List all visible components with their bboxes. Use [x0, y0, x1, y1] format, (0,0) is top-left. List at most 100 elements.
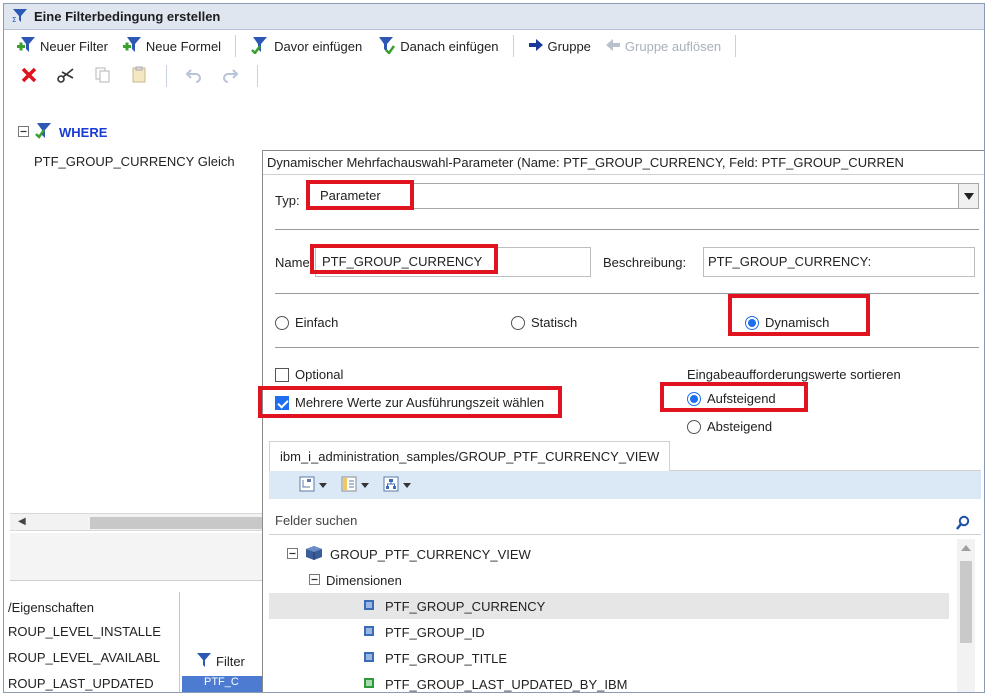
- ptf-tab[interactable]: PTF_C: [182, 676, 262, 692]
- cut-icon[interactable]: [56, 66, 76, 87]
- radio-dynamic[interactable]: Dynamisch: [745, 315, 829, 330]
- vertical-scrollbar[interactable]: [957, 539, 975, 692]
- radio-descending-label: Absteigend: [707, 419, 773, 434]
- name-field[interactable]: PTF_GROUP_CURRENCY: [315, 247, 591, 277]
- insert-after-icon: [376, 36, 396, 57]
- optional-label: Optional: [295, 367, 344, 382]
- where-filter-icon: [34, 122, 54, 143]
- scrollbar-thumb[interactable]: [960, 561, 972, 643]
- properties-panel: /Eigenschaften ROUP_LEVEL_INSTALLE ROUP_…: [4, 592, 180, 692]
- chevron-down-icon[interactable]: [361, 482, 369, 488]
- optional-checkbox[interactable]: Optional: [275, 367, 343, 382]
- radio-indicator[interactable]: [745, 315, 759, 330]
- where-node[interactable]: WHERE: [18, 122, 107, 143]
- multi-values-label: Mehrere Werte zur Ausführungszeit wählen: [295, 395, 545, 410]
- date-field-icon: [363, 677, 375, 692]
- dimension-field-icon: [363, 625, 375, 640]
- filter-tab[interactable]: Filter: [182, 648, 262, 674]
- list-item[interactable]: Dimensionen: [269, 567, 949, 593]
- hierarchy-view-button[interactable]: [383, 476, 411, 495]
- divider: [275, 347, 979, 348]
- toolbar-separator: [235, 35, 237, 57]
- description-label: Beschreibung:: [603, 255, 687, 270]
- radio-dynamic-label: Dynamisch: [765, 315, 830, 330]
- name-label: Name: [275, 255, 310, 270]
- radio-indicator[interactable]: [687, 391, 701, 406]
- new-filter-label: Neuer Filter: [40, 38, 108, 54]
- filter-funnel-icon: Σ: [12, 7, 28, 26]
- ungroup-button[interactable]: Gruppe auflösen: [605, 38, 721, 55]
- list-item[interactable]: PTF_GROUP_LAST_UPDATED_BY_IBM: [269, 671, 949, 692]
- scroll-up-icon[interactable]: [961, 545, 971, 551]
- radio-ascending[interactable]: Aufsteigend: [687, 391, 776, 406]
- paste-icon[interactable]: [130, 66, 148, 87]
- toolbar-separator: [735, 35, 737, 57]
- scrollbar-thumb[interactable]: [90, 517, 270, 529]
- radio-indicator[interactable]: [275, 315, 289, 330]
- edit-toolbar: [4, 62, 984, 90]
- horizontal-scrollbar[interactable]: ◀: [10, 513, 270, 531]
- condition-row[interactable]: PTF_GROUP_CURRENCY Gleich: [34, 154, 235, 169]
- search-icon[interactable]: [955, 513, 971, 541]
- collapse-icon[interactable]: [309, 573, 320, 588]
- cube-icon: [304, 545, 324, 564]
- field-search-input[interactable]: Felder suchen: [269, 507, 981, 535]
- list-item[interactable]: ROUP_LEVEL_INSTALLE: [8, 624, 161, 639]
- radio-descending[interactable]: Absteigend: [687, 419, 772, 434]
- description-field[interactable]: PTF_GROUP_CURRENCY:: [703, 247, 975, 277]
- checkbox-indicator[interactable]: [275, 367, 289, 382]
- scroll-left-icon[interactable]: ◀: [18, 516, 26, 527]
- copy-icon[interactable]: [94, 66, 112, 87]
- group-button[interactable]: Gruppe: [528, 38, 591, 55]
- radio-indicator[interactable]: [511, 315, 525, 330]
- chevron-down-icon[interactable]: [319, 482, 327, 488]
- radio-static[interactable]: Statisch: [511, 315, 577, 330]
- field-label: PTF_GROUP_TITLE: [385, 650, 508, 666]
- sort-label: Eingabeaufforderungswerte sortieren: [687, 367, 901, 382]
- chevron-down-icon[interactable]: [403, 482, 411, 488]
- field-toolbar: [269, 471, 981, 499]
- list-item[interactable]: ROUP_LEVEL_AVAILABL: [8, 650, 160, 665]
- chevron-down-icon[interactable]: [958, 184, 978, 208]
- insert-after-label: Danach einfügen: [400, 38, 499, 54]
- divider: [275, 293, 979, 294]
- tree-view-button[interactable]: [299, 476, 327, 495]
- insert-before-icon: [250, 36, 270, 57]
- undo-icon[interactable]: [185, 67, 203, 86]
- insert-after-button[interactable]: Danach einfügen: [376, 36, 499, 57]
- title-bar: Σ Eine Filterbedingung erstellen: [4, 4, 984, 30]
- filter-icon: [196, 652, 212, 671]
- toolbar-separator: [512, 35, 514, 57]
- radio-indicator[interactable]: [687, 419, 701, 434]
- properties-header: /Eigenschaften: [8, 600, 95, 615]
- toolbar-separator: [166, 65, 167, 87]
- svg-text:Σ: Σ: [12, 16, 16, 23]
- list-view-button[interactable]: [341, 476, 369, 495]
- redo-icon[interactable]: [221, 67, 239, 86]
- checkbox-indicator[interactable]: [275, 395, 289, 410]
- source-tab[interactable]: ibm_i_administration_samples/GROUP_PTF_C…: [269, 441, 671, 471]
- type-label: Typ:: [275, 193, 300, 208]
- list-item[interactable]: ROUP_LAST_UPDATED: [8, 676, 154, 691]
- where-label: WHERE: [59, 125, 108, 140]
- list-item[interactable]: PTF_GROUP_ID: [269, 619, 949, 645]
- parameter-editor-popup: Dynamischer Mehrfachauswahl-Parameter (N…: [262, 150, 984, 692]
- new-filter-button[interactable]: Neuer Filter: [16, 36, 108, 57]
- filter-dialog-window: Σ Eine Filterbedingung erstellen Neuer F…: [3, 3, 985, 693]
- window-title: Eine Filterbedingung erstellen: [34, 9, 221, 24]
- list-item[interactable]: PTF_GROUP_TITLE: [269, 645, 949, 671]
- hierarchy-icon: [383, 476, 399, 495]
- main-toolbar: Neuer Filter Neue Formel Davor einfügen …: [4, 31, 984, 61]
- insert-before-button[interactable]: Davor einfügen: [250, 36, 362, 57]
- radio-simple[interactable]: Einfach: [275, 315, 338, 330]
- new-filter-icon: [16, 36, 36, 57]
- list-item[interactable]: PTF_GROUP_CURRENCY: [269, 593, 949, 619]
- multi-values-checkbox[interactable]: Mehrere Werte zur Ausführungszeit wählen: [275, 395, 544, 410]
- radio-simple-label: Einfach: [295, 315, 339, 330]
- collapse-icon[interactable]: [287, 547, 298, 562]
- new-formula-button[interactable]: Neue Formel: [122, 36, 221, 57]
- list-item[interactable]: GROUP_PTF_CURRENCY_VIEW: [269, 541, 949, 567]
- type-select[interactable]: Parameter: [309, 183, 979, 209]
- delete-icon[interactable]: [20, 66, 38, 87]
- collapse-icon[interactable]: [18, 125, 29, 140]
